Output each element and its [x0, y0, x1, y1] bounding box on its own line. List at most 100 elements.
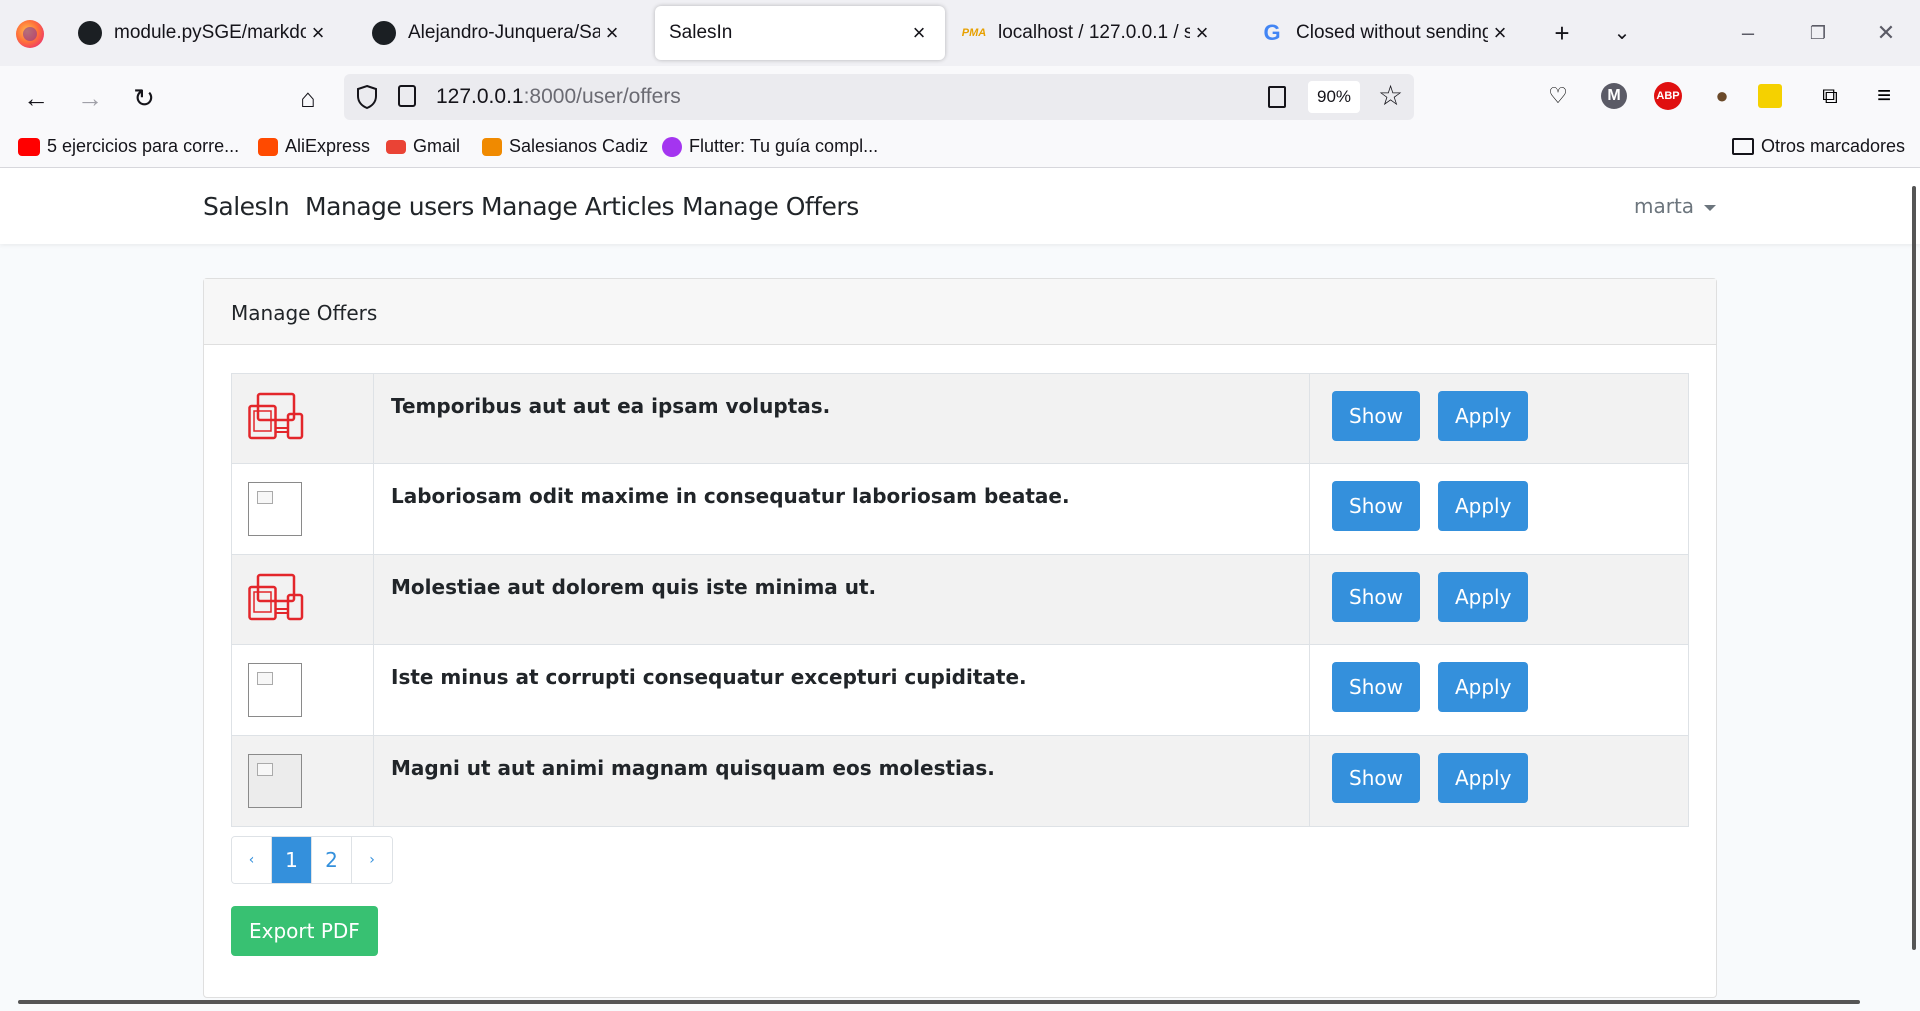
nav-manage-users[interactable]: Manage users	[305, 192, 474, 221]
firefox-icon[interactable]	[16, 20, 44, 48]
menu-icon[interactable]: ≡	[1868, 80, 1900, 112]
back-icon[interactable]: ←	[18, 80, 54, 116]
bookmark-label: Flutter: Tu guía compl...	[689, 136, 879, 156]
tab-phpmyadmin[interactable]: PMA localhost / 127.0.0.1 / sale ×	[948, 6, 1228, 60]
github-icon	[372, 21, 396, 45]
tab-google[interactable]: G Closed without sending a ×	[1246, 6, 1526, 60]
pagination-page-2[interactable]: 2	[312, 837, 352, 883]
offer-image-cell	[231, 554, 374, 645]
tab-module-pysge[interactable]: module.pySGE/markdown ×	[64, 6, 344, 60]
udemy-icon	[662, 136, 682, 157]
offer-row: Iste minus at corrupti consequatur excep…	[231, 644, 1689, 736]
url-text[interactable]: 127.0.0.1:8000/user/offers	[436, 85, 681, 109]
tab-alejandro-junquera[interactable]: Alejandro-Junquera/SaleSI ×	[358, 6, 638, 60]
youtube-icon	[18, 137, 40, 156]
browser-chrome: module.pySGE/markdown × Alejandro-Junque…	[0, 0, 1920, 168]
pocket-icon[interactable]: ♡	[1542, 80, 1574, 112]
other-bookmarks[interactable]: Otros marcadores	[1732, 136, 1905, 157]
offer-row: Molestiae aut dolorem quis iste minima u…	[231, 554, 1689, 645]
google-icon: G	[1260, 20, 1284, 45]
restore-icon[interactable]: ❐	[1798, 16, 1838, 50]
card-title: Manage Offers	[204, 279, 1716, 345]
folder-icon	[1732, 138, 1754, 155]
google-label: G	[1263, 20, 1281, 45]
other-bookmarks-label: Otros marcadores	[1761, 136, 1906, 156]
pagination-prev[interactable]: ‹	[232, 837, 272, 883]
apply-button[interactable]: Apply	[1437, 481, 1529, 531]
offer-row: Magni ut aut animi magnam quisquam eos m…	[231, 735, 1689, 827]
bookmark-label: AliExpress	[285, 136, 371, 156]
nav-manage-articles[interactable]: Manage Articles	[481, 192, 674, 221]
bookmark-label: Salesianos Cadiz	[509, 136, 649, 156]
page-info-icon[interactable]	[398, 85, 416, 107]
tab-title: Alejandro-Junquera/SaleSI	[408, 22, 600, 43]
bookmark-label: Gmail	[413, 136, 461, 156]
show-button[interactable]: Show	[1332, 572, 1420, 622]
offer-title: Temporibus aut aut ea ipsam voluptas.	[373, 373, 1310, 464]
user-dropdown[interactable]: marta	[1634, 194, 1717, 218]
export-pdf-button[interactable]: Export PDF	[231, 906, 378, 956]
offer-row: Laboriosam odit maxime in consequatur la…	[231, 463, 1689, 555]
show-button[interactable]: Show	[1332, 662, 1420, 712]
extensions-puzzle-icon[interactable]: ⧉	[1814, 80, 1846, 112]
horizontal-scrollbar[interactable]	[18, 1000, 1860, 1004]
offer-image-cell	[231, 373, 374, 464]
yellow-extension-icon[interactable]	[1758, 84, 1782, 108]
apply-button[interactable]: Apply	[1437, 753, 1529, 803]
offer-actions: Show Apply	[1309, 644, 1689, 736]
new-tab-icon[interactable]: +	[1545, 16, 1579, 50]
aliexpress-icon	[258, 137, 278, 156]
bookmark-gmail[interactable]: Gmail	[386, 136, 460, 157]
close-icon[interactable]: ×	[1488, 21, 1512, 45]
offer-title: Laboriosam odit maxime in consequatur la…	[373, 463, 1310, 555]
close-icon[interactable]: ×	[306, 21, 330, 45]
tab-salesin[interactable]: SalesIn ×	[655, 6, 945, 60]
caret-down-icon	[1704, 204, 1717, 211]
minimize-icon[interactable]: –	[1728, 16, 1768, 50]
vertical-scrollbar[interactable]	[1912, 186, 1916, 950]
bookmark-youtube[interactable]: 5 ejercicios para corre...	[18, 136, 239, 157]
offer-actions: Show Apply	[1309, 463, 1689, 555]
nav-manage-offers[interactable]: Manage Offers	[682, 192, 859, 221]
pagination-page-1[interactable]: 1	[272, 837, 312, 883]
show-button[interactable]: Show	[1332, 481, 1420, 531]
shield-icon[interactable]	[356, 84, 378, 110]
broken-image-icon	[248, 663, 302, 717]
bookmarks-bar: 5 ejercicios para corre... AliExpress Gm…	[0, 128, 1920, 168]
salesianos-icon	[482, 137, 502, 156]
offers-card: Manage Offers Temporibus aut aut ea ipsa…	[203, 278, 1717, 998]
reader-view-icon[interactable]	[1268, 86, 1286, 108]
apply-button[interactable]: Apply	[1437, 572, 1529, 622]
forward-icon[interactable]: →	[72, 80, 108, 116]
close-icon[interactable]: ×	[907, 21, 931, 45]
brand-link[interactable]: SalesIn	[203, 192, 290, 221]
bookmark-star-icon[interactable]: ☆	[1378, 79, 1403, 112]
url-path: :8000/user/offers	[523, 85, 681, 108]
list-tabs-icon[interactable]: ⌄	[1605, 16, 1639, 50]
device-icon	[248, 392, 304, 440]
home-icon[interactable]: ⌂	[290, 80, 326, 116]
adblock-plus-icon[interactable]: ABP	[1654, 82, 1682, 110]
show-button[interactable]: Show	[1332, 753, 1420, 803]
m-extension-icon[interactable]: M	[1601, 83, 1627, 109]
reload-icon[interactable]: ↻	[126, 80, 162, 116]
show-button[interactable]: Show	[1332, 391, 1420, 441]
bookmark-salesianos[interactable]: Salesianos Cadiz	[482, 136, 648, 157]
offer-title: Magni ut aut animi magnam quisquam eos m…	[373, 735, 1310, 827]
address-bar[interactable]: 127.0.0.1:8000/user/offers 90% ☆	[344, 74, 1414, 120]
offer-actions: Show Apply	[1309, 735, 1689, 827]
close-icon[interactable]: ×	[600, 21, 624, 45]
offer-row: Temporibus aut aut ea ipsam voluptas. Sho…	[231, 373, 1689, 464]
window-close-icon[interactable]: ✕	[1866, 16, 1906, 50]
bookmark-flutter[interactable]: Flutter: Tu guía compl...	[662, 136, 878, 157]
offers-table: Temporibus aut aut ea ipsam voluptas. Sho…	[231, 373, 1689, 827]
bookmark-aliexpress[interactable]: AliExpress	[258, 136, 370, 157]
apply-button[interactable]: Apply	[1437, 391, 1529, 441]
cookie-extension-icon[interactable]: ●	[1706, 80, 1738, 112]
pagination-next[interactable]: ›	[352, 837, 392, 883]
phpmyadmin-label: PMA	[961, 27, 987, 39]
apply-button[interactable]: Apply	[1437, 662, 1529, 712]
zoom-level[interactable]: 90%	[1308, 81, 1360, 113]
pagination: ‹ 1 2 ›	[231, 836, 393, 884]
close-icon[interactable]: ×	[1190, 21, 1214, 45]
